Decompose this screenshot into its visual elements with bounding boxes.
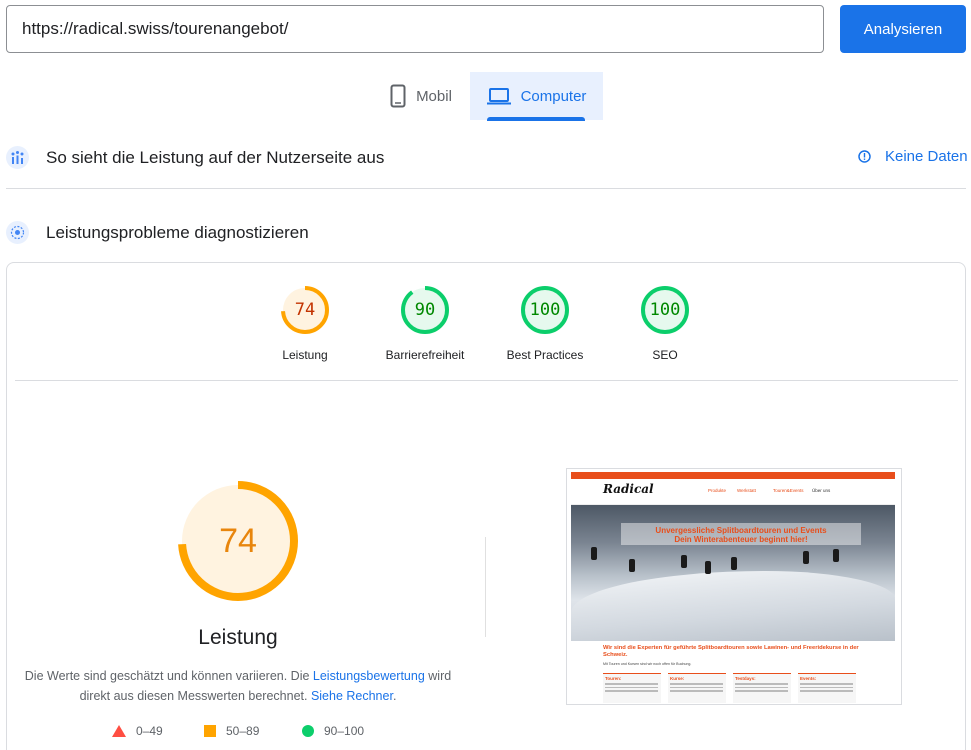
- gauge-seo[interactable]: 100 SEO: [610, 285, 720, 362]
- gauge-ring: 100: [520, 285, 570, 335]
- active-tab-indicator: [487, 117, 585, 121]
- lighthouse-icon: [6, 221, 29, 244]
- desc-text-1: Die Werte sind geschätzt und können vari…: [24, 669, 313, 683]
- legend-average: 50–89: [204, 724, 259, 738]
- no-data-label: Keine Daten: [885, 148, 968, 165]
- preview-topbar: Mein Radical Newsletter Blog: [571, 472, 895, 486]
- gauge-ring: 74: [280, 285, 330, 335]
- field-data-title: So sieht die Leistung auf der Nutzerseit…: [46, 147, 385, 167]
- preview-column: Testdays:: [733, 673, 791, 703]
- laptop-icon: [486, 88, 511, 105]
- analyze-button[interactable]: Analysieren: [840, 5, 966, 53]
- gauge-score: 100: [649, 300, 681, 320]
- gauge-accessibility[interactable]: 90 Barrierefreiheit: [370, 285, 480, 362]
- info-icon: [858, 150, 871, 163]
- tab-computer[interactable]: Computer: [470, 72, 603, 120]
- calculator-link[interactable]: Siehe Rechner: [311, 689, 393, 703]
- legend-pass-label: 90–100: [324, 724, 365, 738]
- preview-column: Events:: [798, 673, 856, 703]
- performance-score-link[interactable]: Leistungsbewertung: [313, 669, 425, 683]
- performance-score: 74: [219, 521, 257, 560]
- gauge-score: 74: [294, 300, 316, 320]
- diagnose-title: Leistungsprobleme diagnostizieren: [46, 222, 309, 242]
- performance-description: Die Werte sind geschätzt und können vari…: [20, 666, 456, 706]
- gauge-label: Best Practices: [506, 348, 584, 362]
- preview-hero-line1: Unvergessliche Splitboardtouren und Even…: [655, 526, 827, 535]
- gauge-label: SEO: [652, 348, 678, 362]
- gauge-ring: 100: [640, 285, 690, 335]
- preview-nav-item: Touren&Events: [773, 488, 804, 493]
- gauge-label: Leistung: [282, 348, 328, 362]
- field-data-header: So sieht die Leistung auf der Nutzerseit…: [6, 146, 384, 169]
- gauge-performance[interactable]: 74 Leistung: [250, 285, 360, 362]
- card-divider: [15, 380, 958, 381]
- desc-text-3: .: [392, 689, 397, 703]
- gauge-best-practices[interactable]: 100 Best Practices: [490, 285, 600, 362]
- diagnose-header: Leistungsprobleme diagnostizieren: [6, 221, 309, 244]
- no-data-link[interactable]: Keine Daten: [858, 148, 968, 165]
- vertical-divider: [485, 537, 486, 637]
- page-screenshot-preview[interactable]: Mein Radical Newsletter Blog Radical Pro…: [566, 468, 902, 705]
- gauge-label: Barrierefreiheit: [385, 348, 465, 362]
- preview-nav-item: Über uns: [812, 488, 831, 493]
- performance-gauge-large: 74: [177, 480, 299, 602]
- square-icon: [204, 725, 216, 737]
- preview-column: Touren:: [603, 673, 661, 703]
- legend-pass: 90–100: [302, 724, 364, 738]
- preview-nav-item: Werkstatt: [737, 488, 756, 493]
- tab-mobile-label: Mobil: [416, 87, 452, 105]
- preview-nav-item: Produkte: [708, 488, 727, 493]
- preview-hero: Unvergessliche Splitboardtouren und Even…: [571, 505, 895, 641]
- tab-computer-label: Computer: [520, 87, 587, 105]
- smartphone-icon: [390, 84, 406, 108]
- gauge-score: 90: [414, 300, 436, 320]
- legend-fail-label: 0–49: [136, 724, 163, 738]
- triangle-icon: [112, 725, 126, 737]
- preview-hero-line2: Dein Winterabenteuer beginnt hier!: [674, 535, 808, 544]
- preview-column: Kurse:: [668, 673, 726, 703]
- legend-fail: 0–49: [112, 724, 163, 738]
- gauge-ring: 90: [400, 285, 450, 335]
- performance-title: Leistung: [198, 626, 278, 649]
- url-input[interactable]: [6, 5, 824, 53]
- circle-icon: [302, 725, 314, 737]
- users-chart-icon: [6, 146, 29, 169]
- preview-logo: Radical: [603, 482, 654, 496]
- legend-average-label: 50–89: [226, 724, 260, 738]
- tab-mobile[interactable]: Mobil: [372, 72, 470, 120]
- section-divider: [6, 188, 966, 189]
- preview-headline: Wir sind die Experten für geführte Split…: [603, 645, 859, 658]
- preview-subtext: Mit Touren und Kursen sind wir noch offe…: [603, 662, 692, 666]
- gauge-score: 100: [529, 300, 561, 320]
- preview-navbar: Radical Produkte Werkstatt Touren&Events…: [571, 479, 895, 517]
